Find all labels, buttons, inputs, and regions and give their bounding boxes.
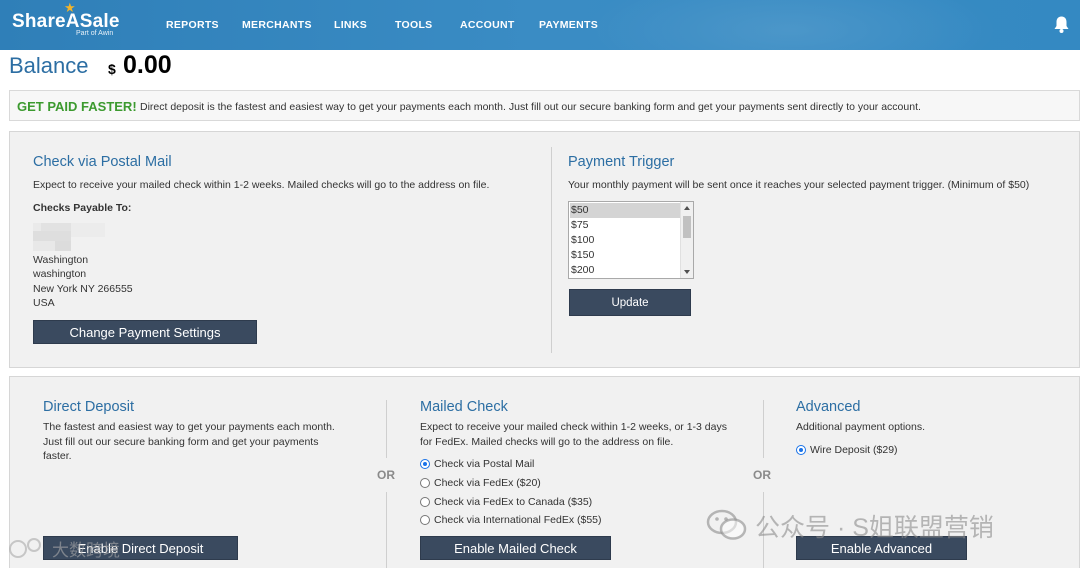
trigger-option[interactable]: $200	[570, 263, 680, 278]
radio-label: Check via International FedEx ($55)	[434, 514, 602, 526]
direct-deposit-description: The fastest and easiest way to get your …	[43, 421, 335, 463]
advanced-title: Advanced	[796, 399, 861, 415]
get-paid-faster-banner: GET PAID FASTER! Direct deposit is the f…	[9, 90, 1080, 121]
enable-mailed-check-button[interactable]: Enable Mailed Check	[420, 536, 611, 560]
trigger-option[interactable]: $50	[570, 203, 680, 218]
update-button[interactable]: Update	[569, 289, 691, 316]
trigger-option[interactable]: $100	[570, 233, 680, 248]
panel-divider	[551, 147, 552, 353]
scroll-down-arrow-icon[interactable]	[684, 270, 690, 274]
balance-currency: $	[108, 61, 116, 77]
bell-icon[interactable]	[1053, 15, 1070, 34]
address-line-2: washington	[33, 268, 87, 280]
checks-payable-label: Checks Payable To:	[33, 202, 132, 214]
mailed-check-title: Mailed Check	[420, 399, 508, 415]
column-divider	[386, 400, 387, 458]
trigger-option[interactable]: $150	[570, 248, 680, 263]
banner-text: Direct deposit is the fastest and easies…	[140, 101, 921, 113]
radio-unchecked-icon[interactable]	[420, 478, 430, 488]
postal-mail-description: Expect to receive your mailed check with…	[33, 179, 490, 191]
address-line-3: New York NY 266555	[33, 283, 133, 295]
nav-merchants[interactable]: MERCHANTS	[242, 19, 312, 31]
watermark-logo-icon	[9, 538, 41, 558]
address-line-4: USA	[33, 297, 55, 309]
nav-tools[interactable]: TOOLS	[395, 19, 432, 31]
wechat-watermark-icon	[706, 509, 747, 540]
or-separator: OR	[753, 468, 771, 482]
balance-amount: 0.00	[123, 51, 172, 79]
radio-label: Check via FedEx ($20)	[434, 477, 541, 489]
direct-deposit-title: Direct Deposit	[43, 399, 135, 415]
payment-trigger-title: Payment Trigger	[568, 154, 675, 170]
logo-subtitle: Part of Awin	[76, 30, 114, 37]
radio-checked-icon[interactable]	[420, 459, 430, 469]
postal-mail-title: Check via Postal Mail	[33, 154, 172, 170]
banner-heading: GET PAID FASTER!	[17, 99, 137, 114]
nav-links[interactable]: LINKS	[334, 19, 367, 31]
nav-account[interactable]: ACCOUNT	[460, 19, 515, 31]
radio-label: Wire Deposit ($29)	[810, 444, 898, 456]
scroll-up-arrow-icon[interactable]	[684, 206, 690, 210]
payment-trigger-listbox[interactable]: $50 $75 $100 $150 $200	[568, 201, 694, 279]
watermark-text-right: 公众号 · S姐联盟营销	[755, 514, 994, 542]
radio-checked-icon[interactable]	[796, 445, 806, 455]
listbox-scrollbar[interactable]	[680, 202, 693, 278]
balance-label: Balance	[9, 53, 89, 78]
change-payment-settings-button[interactable]: Change Payment Settings	[33, 320, 257, 344]
redacted-name-block	[33, 223, 105, 253]
nav-reports[interactable]: REPORTS	[166, 19, 219, 31]
mailed-check-description: Expect to receive your mailed check with…	[420, 421, 727, 448]
column-divider	[386, 492, 387, 568]
nav-payments[interactable]: PAYMENTS	[539, 19, 598, 31]
watermark-text-left: 大数跨境	[52, 541, 120, 560]
top-nav-bar: ShareASale ★ Part of Awin REPORTS MERCHA…	[0, 0, 1080, 50]
radio-label: Check via FedEx to Canada ($35)	[434, 496, 593, 508]
radio-label: Check via Postal Mail	[434, 458, 535, 470]
radio-unchecked-icon[interactable]	[420, 515, 430, 525]
star-icon: ★	[64, 0, 76, 15]
address-line-1: Washington	[33, 254, 89, 266]
or-separator: OR	[377, 468, 395, 482]
trigger-option[interactable]: $75	[570, 218, 680, 233]
shareasale-logo[interactable]: ShareASale ★ Part of Awin	[12, 1, 122, 42]
payment-trigger-description: Your monthly payment will be sent once i…	[568, 179, 1030, 191]
advanced-description: Additional payment options.	[796, 421, 925, 433]
column-divider	[763, 400, 764, 458]
radio-unchecked-icon[interactable]	[420, 497, 430, 507]
scroll-thumb[interactable]	[683, 216, 691, 238]
